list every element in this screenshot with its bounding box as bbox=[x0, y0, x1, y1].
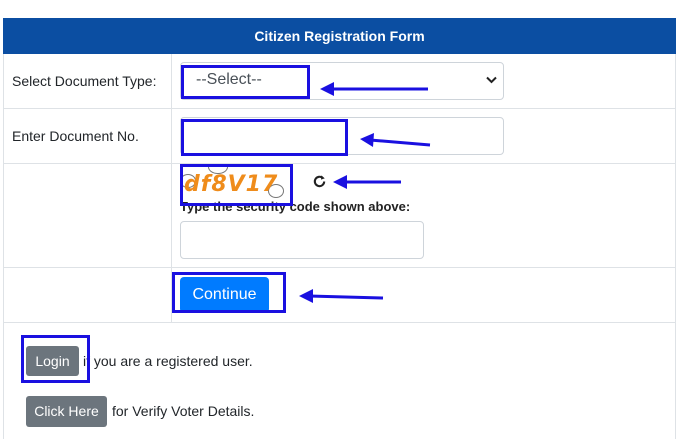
captcha-instruction: Type the security code shown above: bbox=[180, 199, 411, 214]
document-type-label: Select Document Type: bbox=[3, 53, 172, 109]
click-here-text: for Verify Voter Details. bbox=[112, 403, 255, 419]
footer-panel: Login if you are a registered user. Clic… bbox=[3, 322, 676, 439]
login-button[interactable]: Login bbox=[26, 346, 79, 376]
continue-label-cell bbox=[3, 267, 172, 323]
continue-cell: Continue bbox=[171, 267, 676, 323]
continue-button[interactable]: Continue bbox=[180, 277, 269, 313]
document-number-label: Enter Document No. bbox=[3, 108, 172, 164]
captcha-code: df8V17 bbox=[184, 172, 279, 197]
captcha-cell: df8V17 Type the security code shown abov… bbox=[171, 163, 676, 268]
document-type-select[interactable]: --Select-- bbox=[180, 62, 504, 100]
chevron-down-icon bbox=[486, 72, 497, 87]
document-number-cell bbox=[171, 108, 676, 164]
refresh-icon[interactable] bbox=[312, 174, 327, 194]
document-type-cell: --Select-- bbox=[171, 53, 676, 109]
login-text: if you are a registered user. bbox=[83, 353, 253, 369]
captcha-input[interactable] bbox=[180, 221, 424, 259]
registration-form: Citizen Registration Form Select Documen… bbox=[3, 18, 676, 323]
document-type-selected: --Select-- bbox=[196, 71, 262, 88]
captcha-label-cell bbox=[3, 163, 172, 268]
form-title: Citizen Registration Form bbox=[3, 18, 676, 54]
document-number-input[interactable] bbox=[180, 117, 504, 155]
click-here-button[interactable]: Click Here bbox=[26, 396, 107, 427]
